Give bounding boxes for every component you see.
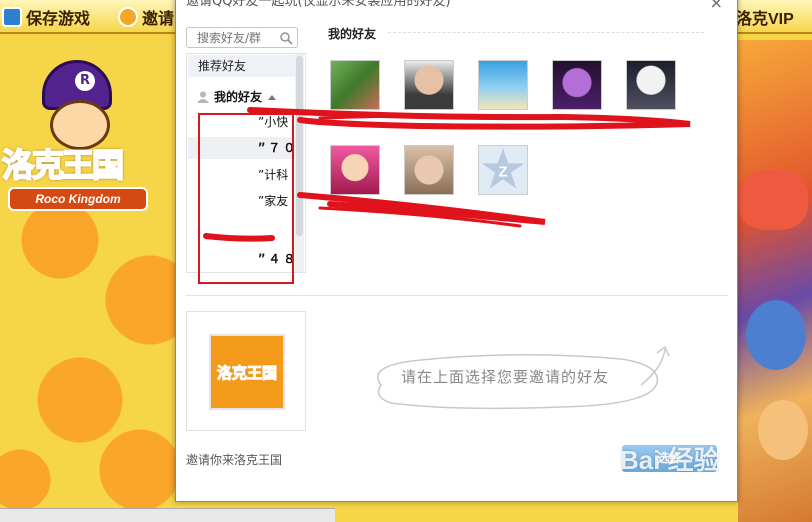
friend-avatar[interactable]	[404, 145, 454, 195]
selection-hint: 请在上面选择您要邀请的好友	[361, 345, 681, 415]
logo-title: 洛克王国	[1, 145, 125, 185]
search-icon[interactable]	[279, 31, 293, 45]
scrollbar-thumb[interactable]	[296, 56, 303, 236]
save-game-label: 保存游戏	[26, 11, 91, 28]
invite-label: 邀请	[142, 11, 175, 28]
user-icon	[118, 7, 138, 27]
baidu-jingyan-watermark: Bai 经验 jingyan.baidu.com	[620, 440, 800, 500]
my-friends-group[interactable]: 我的好友	[188, 87, 296, 107]
group-label: 我的好友	[214, 90, 263, 104]
roco-kingdom-logo: R 洛克王国 Roco Kingdom	[0, 60, 160, 211]
friend-avatar[interactable]: Z	[478, 145, 528, 195]
friend-list-scrollbar[interactable]	[295, 54, 304, 272]
friend-avatar[interactable]	[626, 60, 676, 110]
hint-text: 请在上面选择您要邀请的好友	[401, 368, 610, 386]
close-button[interactable]: ×	[710, 0, 723, 12]
logo-cap-letter: R	[75, 71, 95, 91]
heading-divider	[388, 32, 704, 33]
svg-text:Z: Z	[499, 165, 508, 181]
friend-avatar[interactable]	[552, 60, 602, 110]
section-divider	[186, 295, 728, 296]
friend-avatar[interactable]	[330, 60, 380, 110]
watermark-main: Bai 经验	[620, 445, 720, 475]
search-input[interactable]	[187, 28, 277, 47]
invite-preview: 洛克王国	[186, 311, 306, 431]
save-game-button[interactable]: 保存游戏	[2, 5, 90, 29]
invite-message: 邀请你来洛克王国	[186, 453, 283, 467]
friend-search	[186, 27, 298, 48]
friend-avatar[interactable]	[330, 145, 380, 195]
default-avatar-icon: Z	[481, 148, 525, 189]
preview-logo-text: 洛克王国	[216, 363, 277, 382]
invite-button[interactable]: 邀请	[118, 5, 174, 29]
art-shape	[738, 170, 808, 230]
vip-button[interactable]: 洛克VIP	[736, 5, 794, 29]
roco-kingdom-preview-logo: 洛克王国	[209, 334, 285, 410]
friend-avatar[interactable]	[478, 60, 528, 110]
logo-ribbon: Roco Kingdom	[8, 187, 148, 211]
save-icon	[2, 7, 22, 27]
vip-label: 洛克VIP	[736, 11, 794, 28]
art-shape	[746, 300, 806, 370]
friend-avatar[interactable]	[404, 60, 454, 110]
user-icon	[197, 91, 209, 103]
recommend-friends-tab[interactable]: 推荐好友	[188, 55, 296, 77]
friends-heading: 我的好友	[328, 27, 377, 41]
bottom-scrollbar[interactable]	[0, 508, 335, 522]
dialog-title: 邀请QQ好友一起玩(仅显示未安装应用的好友)	[186, 0, 451, 9]
highlight-box	[198, 113, 294, 284]
collapse-caret-icon[interactable]	[268, 94, 277, 100]
